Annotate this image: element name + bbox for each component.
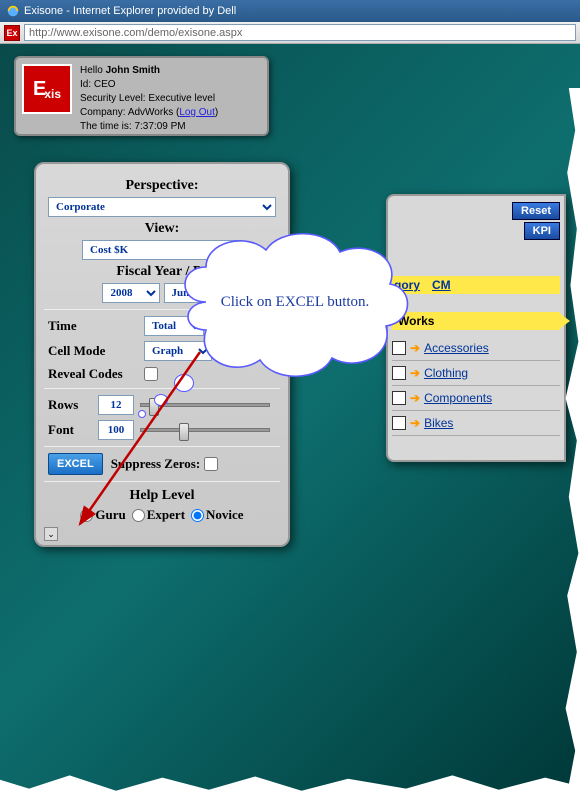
user-name: John Smith bbox=[106, 65, 160, 76]
works-header: Works bbox=[392, 312, 560, 330]
url-input[interactable] bbox=[24, 24, 576, 41]
category-header: gory CM bbox=[392, 276, 560, 294]
cm-link[interactable]: CM bbox=[432, 278, 451, 292]
font-label: Font bbox=[48, 422, 98, 438]
font-slider[interactable] bbox=[134, 428, 276, 432]
rows-label: Rows bbox=[48, 397, 98, 413]
item-checkbox[interactable] bbox=[392, 391, 406, 405]
rows-input[interactable] bbox=[98, 395, 134, 415]
user-company: AdvWorks bbox=[128, 107, 173, 118]
kpi-button[interactable]: KPI bbox=[524, 222, 560, 240]
components-link[interactable]: Components bbox=[424, 391, 492, 405]
callout-cloud: Click on EXCEL button. bbox=[168, 222, 414, 392]
user-info-box: Exis Hello John Smith Id: CEO Security L… bbox=[14, 56, 269, 136]
help-level-radiogroup: Guru Expert Novice bbox=[48, 507, 276, 523]
reveal-label: Reveal Codes bbox=[48, 366, 144, 382]
chevron-right-icon bbox=[558, 312, 570, 330]
panel-expand-button[interactable]: ⌄ bbox=[44, 527, 58, 541]
font-input[interactable] bbox=[98, 420, 134, 440]
window-title: Exisone - Internet Explorer provided by … bbox=[24, 5, 236, 17]
app-logo: Exis bbox=[22, 64, 72, 114]
fiscal-year-select[interactable]: 2008 bbox=[102, 283, 160, 303]
accessories-link[interactable]: Accessories bbox=[424, 341, 489, 355]
help-expert-radio[interactable] bbox=[132, 509, 145, 522]
clothing-link[interactable]: Clothing bbox=[424, 366, 468, 380]
ie-icon bbox=[6, 4, 20, 18]
bikes-link[interactable]: Bikes bbox=[424, 416, 453, 430]
page-content: Exis Hello John Smith Id: CEO Security L… bbox=[0, 44, 580, 793]
arrow-icon: ➔ bbox=[410, 416, 420, 430]
user-info-text: Hello John Smith Id: CEO Security Level:… bbox=[80, 64, 218, 128]
perspective-select[interactable]: Corporate bbox=[48, 197, 276, 217]
arrow-icon: ➔ bbox=[410, 391, 420, 405]
time-label: Time bbox=[48, 318, 144, 334]
help-level-label: Help Level bbox=[48, 488, 276, 504]
item-checkbox[interactable] bbox=[392, 416, 406, 430]
suppress-label: Suppress Zeros: bbox=[111, 456, 200, 472]
user-id: CEO bbox=[94, 79, 116, 90]
torn-edge-right bbox=[564, 88, 580, 793]
current-time: 7:37:09 PM bbox=[134, 121, 185, 132]
help-novice-radio[interactable] bbox=[191, 509, 204, 522]
callout-text: Click on EXCEL button. bbox=[200, 294, 390, 311]
window-titlebar: Exisone - Internet Explorer provided by … bbox=[0, 0, 580, 22]
address-bar: Ex bbox=[0, 22, 580, 44]
torn-edge-bottom bbox=[0, 771, 580, 793]
cellmode-label: Cell Mode bbox=[48, 343, 144, 359]
excel-button[interactable]: EXCEL bbox=[48, 453, 103, 475]
logout-link[interactable]: Log Out bbox=[179, 107, 215, 118]
reveal-checkbox[interactable] bbox=[144, 367, 158, 381]
site-favicon: Ex bbox=[4, 25, 20, 41]
help-guru-radio[interactable] bbox=[80, 509, 93, 522]
suppress-checkbox[interactable] bbox=[204, 457, 218, 471]
perspective-label: Perspective: bbox=[48, 178, 276, 194]
reset-button[interactable]: Reset bbox=[512, 202, 560, 220]
user-security: Executive level bbox=[148, 93, 215, 104]
